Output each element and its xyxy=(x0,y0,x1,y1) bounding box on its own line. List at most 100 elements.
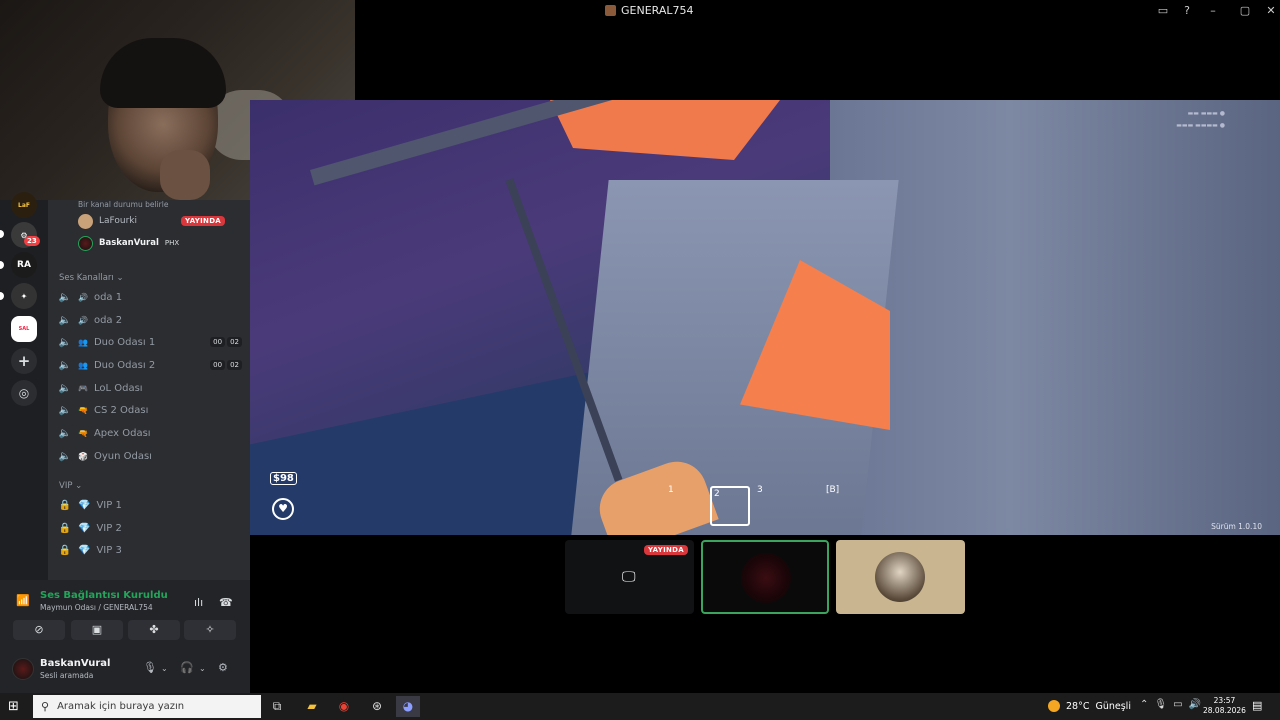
game-version: Sürüm 1.0.10 xyxy=(1211,522,1262,531)
signal-icon: 📶 xyxy=(16,594,30,607)
system-tray: ⌃ 🎙 ▭ 🔊 xyxy=(1140,699,1201,710)
channel-vip-2[interactable]: 🔒 💎 VIP 2 xyxy=(58,518,242,538)
speaker-icon: 🔈 xyxy=(58,427,72,439)
user-limit: 00 02 xyxy=(210,360,242,370)
activities-button[interactable]: ✤ xyxy=(128,620,180,640)
clock[interactable]: 23:57 28.08.2026 xyxy=(1203,696,1246,716)
streamer-hair xyxy=(100,38,226,108)
microphone-icon[interactable]: 🎙 xyxy=(1154,699,1167,710)
screen-share-button[interactable]: ▣ xyxy=(71,620,123,640)
headphones-icon[interactable]: 🎧 xyxy=(180,661,194,674)
channel-oda-1[interactable]: 🔈 🔊 oda 1 xyxy=(58,287,242,307)
chevron-up-icon[interactable]: ⌃ xyxy=(1140,699,1148,710)
channel-vip-3[interactable]: 🔒 💎 VIP 3 xyxy=(58,540,242,560)
search-icon: ⚲ xyxy=(41,700,50,713)
lock-icon: 🔒 xyxy=(58,522,72,534)
slot-1: 1 xyxy=(668,485,674,495)
participant-tile-baskanvural[interactable] xyxy=(701,540,829,614)
channel-oyun-odasi[interactable]: 🔈 🎲 Oyun Odası xyxy=(58,446,242,466)
voice-connection-panel: 📶 Ses Bağlantısı Kuruldu Maymun Odası / … xyxy=(0,580,250,693)
lock-icon: 🔒 xyxy=(58,499,72,511)
voice-location[interactable]: Maymun Odası / GENERAL754 xyxy=(40,603,153,612)
minimize-button[interactable]: – xyxy=(1205,3,1221,19)
channel-vip-1[interactable]: 🔒 💎 VIP 1 xyxy=(58,495,242,515)
speaker-icon: 🔈 xyxy=(58,291,72,303)
channel-status-hint[interactable]: Bir kanal durumu belirle xyxy=(78,200,168,209)
network-icon[interactable]: ▭ xyxy=(1173,699,1182,710)
user-area: BaskanVural Sesli aramada 🎙 ⌄ 🎧 ⌄ ⚙ xyxy=(0,650,250,693)
inbox-icon[interactable]: ▭ xyxy=(1155,3,1171,19)
unread-pip xyxy=(0,261,4,269)
noise-suppression-icon[interactable]: ılı xyxy=(194,596,203,609)
mention-badge: 23 xyxy=(24,236,40,246)
weather-widget[interactable]: 28°C Güneşli xyxy=(1048,700,1131,712)
avatar xyxy=(78,235,93,251)
task-view-icon[interactable]: ⧉ xyxy=(265,696,289,717)
camera-button[interactable]: ⊘ xyxy=(13,620,65,640)
participant-tile-stream[interactable]: YAYINDA 🖵 xyxy=(565,540,694,614)
category-voice-channels[interactable]: Ses Kanalları ⌄ xyxy=(59,273,124,283)
channel-icon xyxy=(605,5,616,16)
category-vip[interactable]: VIP ⌄ xyxy=(59,481,82,491)
volume-icon[interactable]: 🔊 xyxy=(1189,699,1201,710)
voice-user-baskanvural[interactable]: BaskanVural PHX xyxy=(78,234,179,252)
chevron-down-icon[interactable]: ⌄ xyxy=(161,664,168,673)
channel-duo-odasi-2[interactable]: 🔈 👥 Duo Odası 2 00 02 xyxy=(58,355,242,375)
microphone-icon[interactable]: 🎙 xyxy=(143,661,157,674)
chevron-down-icon[interactable]: ⌄ xyxy=(199,664,206,673)
lock-icon: 🔒 xyxy=(58,544,72,556)
speaker-icon: 🔈 xyxy=(58,404,72,416)
windows-start-icon[interactable]: ⊞ xyxy=(8,699,19,714)
gear-icon[interactable]: ⚙ xyxy=(218,661,228,674)
notification-icon[interactable]: ▤ xyxy=(1252,699,1262,712)
user-name[interactable]: BaskanVural xyxy=(40,658,110,669)
game-wall xyxy=(830,100,1280,535)
user-tag: PHX xyxy=(164,239,180,247)
avatar xyxy=(875,552,925,602)
window-title: GENERAL754 xyxy=(605,4,694,17)
speaker-icon: 🔈 xyxy=(58,382,72,394)
user-status: Sesli aramada xyxy=(40,671,94,680)
server-icon-5[interactable]: SAL xyxy=(11,316,37,342)
stream-video[interactable]: ▬▬ ▬▬▬ ● ▬▬▬ ▬▬▬▬ ● $98 ♥ 1 2 3 [B] Sürüm… xyxy=(250,100,1280,535)
file-explorer-icon[interactable]: ▰ xyxy=(300,696,324,717)
server-icon-ra[interactable]: RA xyxy=(11,252,37,278)
participant-tile-user3[interactable] xyxy=(836,540,965,614)
channel-cs2-odasi[interactable]: 🔈 🔫 CS 2 Odası xyxy=(58,400,242,420)
close-button[interactable]: ✕ xyxy=(1263,3,1279,19)
avatar[interactable] xyxy=(12,658,34,680)
unread-pip xyxy=(0,292,4,300)
voice-user-lafourki[interactable]: LaFourki YAYINDA xyxy=(78,212,226,230)
disconnect-icon[interactable]: ☎ xyxy=(219,596,233,609)
server-icon-4[interactable]: ✦ xyxy=(11,283,37,309)
speaker-icon: 🔈 xyxy=(58,336,72,348)
discord-icon[interactable]: ◕ xyxy=(396,696,420,717)
user-limit: 00 02 xyxy=(210,337,242,347)
avatar xyxy=(741,553,791,603)
channel-oda-2[interactable]: 🔈 🔊 oda 2 xyxy=(58,310,242,330)
channel-duo-odasi-1[interactable]: 🔈 👥 Duo Odası 1 00 02 xyxy=(58,332,242,352)
help-icon[interactable]: ? xyxy=(1179,3,1195,19)
app-icon[interactable]: ⊛ xyxy=(365,696,389,717)
soundboard-button[interactable]: ✧ xyxy=(184,620,236,640)
channel-list: Bir kanal durumu belirle LaFourki YAYIND… xyxy=(48,200,250,580)
slot-2: 2 xyxy=(714,489,720,499)
add-server-icon[interactable]: + xyxy=(11,348,37,374)
channel-lol-odasi[interactable]: 🔈 🎮 LoL Odası xyxy=(58,378,242,398)
voice-status[interactable]: Ses Bağlantısı Kuruldu xyxy=(40,590,168,601)
server-icon-lafourki[interactable]: LaF xyxy=(11,192,37,218)
discover-icon[interactable]: ◎ xyxy=(11,380,37,406)
channel-apex-odasi[interactable]: 🔈 🔫 Apex Odası xyxy=(58,423,242,443)
taskbar: ⊞ ⚲ Aramak için buraya yazın ⧉ ▰ ◉ ⊛ ◕ 2… xyxy=(0,693,1280,720)
speaker-icon: 🔈 xyxy=(58,450,72,462)
server-rail: LaF ⚙ 23 RA ✦ SAL + ◎ xyxy=(0,192,48,580)
game-killfeed: ▬▬ ▬▬▬ ● ▬▬▬ ▬▬▬▬ ● xyxy=(1176,110,1225,129)
maximize-button[interactable]: ▢ xyxy=(1237,3,1253,19)
unread-pip xyxy=(0,230,4,238)
taskbar-search[interactable]: ⚲ Aramak için buraya yazın xyxy=(33,695,261,718)
streamer-hand xyxy=(160,150,210,200)
screen-icon: 🖵 xyxy=(622,569,636,585)
slot-b: [B] xyxy=(826,485,840,495)
chrome-icon[interactable]: ◉ xyxy=(332,696,356,717)
sun-icon xyxy=(1048,700,1060,712)
